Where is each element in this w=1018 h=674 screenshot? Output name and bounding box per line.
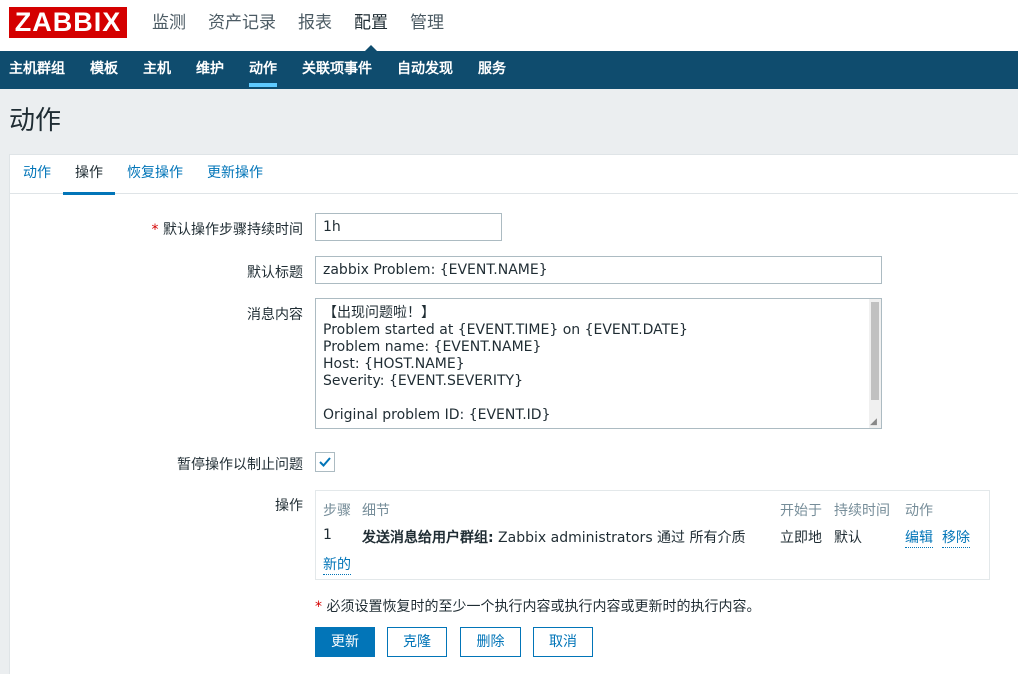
header-action: 动作: [905, 503, 933, 519]
row-start-in: 立即地: [780, 530, 822, 546]
top-menu-configuration[interactable]: 配置: [354, 0, 388, 51]
tab-recovery-operations[interactable]: 恢复操作: [127, 155, 183, 193]
sub-menu-host-groups[interactable]: 主机群组: [9, 51, 65, 89]
sub-menu-actions[interactable]: 动作: [249, 51, 277, 89]
tab-action[interactable]: 动作: [23, 155, 51, 193]
subject-input[interactable]: zabbix Problem: {EVENT.NAME}: [315, 256, 882, 284]
tab-operations[interactable]: 操作: [63, 155, 115, 195]
page-title: 动作: [9, 106, 62, 136]
sub-menu-services[interactable]: 服务: [478, 51, 506, 89]
message-textarea[interactable]: 【出现问题啦！】 Problem started at {EVENT.TIME}…: [315, 298, 882, 429]
subject-label: 默认标题: [247, 265, 303, 281]
step-duration-label: * 默认操作步骤持续时间: [152, 219, 303, 239]
header-details: 细节: [362, 503, 390, 519]
sub-menu-hosts[interactable]: 主机: [143, 51, 171, 89]
new-operation-link[interactable]: 新的: [323, 554, 351, 575]
remove-link[interactable]: 移除: [942, 527, 970, 548]
top-menu: 监测 资产记录 报表 配置 管理: [152, 0, 466, 51]
step-duration-input[interactable]: 1h: [315, 213, 502, 241]
row-duration: 默认: [834, 530, 862, 546]
required-mark: *: [151, 222, 159, 238]
note-required-mark: *: [315, 599, 322, 615]
row-details-text: Zabbix administrators 通过 所有介质: [493, 530, 746, 546]
row-step: 1: [323, 527, 332, 543]
sub-menu-discovery[interactable]: 自动发现: [397, 51, 453, 89]
zabbix-logo[interactable]: ZABBIX: [9, 7, 127, 38]
operations-label: 操作: [275, 498, 303, 514]
header-duration: 持续时间: [834, 503, 890, 519]
sub-menu: 主机群组 模板 主机 维护 动作 关联项事件 自动发现 服务: [0, 51, 1018, 89]
step-duration-label-text: 默认操作步骤持续时间: [163, 222, 303, 238]
scroll-thumb[interactable]: [871, 302, 879, 400]
operations-table: 步骤 细节 开始于 持续时间 动作 1 发送消息给用户群组: Zabbix ad…: [315, 490, 990, 580]
clone-button[interactable]: 克隆: [387, 627, 447, 657]
header-step: 步骤: [323, 503, 351, 519]
resize-handle-icon[interactable]: ◢: [870, 417, 880, 427]
pause-checkbox[interactable]: [315, 452, 335, 472]
message-label: 消息内容: [247, 307, 303, 323]
checkmark-icon: [319, 457, 331, 467]
pause-label: 暂停操作以制止问题: [177, 457, 303, 473]
delete-button[interactable]: 删除: [460, 627, 521, 657]
top-menu-administration[interactable]: 管理: [410, 0, 444, 51]
note-text: 必须设置恢复时的至少一个执行内容或执行内容或更新时的执行内容。: [326, 599, 761, 615]
top-menu-inventory[interactable]: 资产记录: [208, 0, 276, 51]
sub-menu-templates[interactable]: 模板: [90, 51, 118, 89]
form-tabs: 动作 操作 恢复操作 更新操作: [10, 155, 1018, 195]
sub-menu-maintenance[interactable]: 维护: [196, 51, 224, 89]
row-details-type: 发送消息给用户群组:: [362, 530, 494, 546]
cancel-button[interactable]: 取消: [533, 627, 593, 657]
top-menu-monitoring[interactable]: 监测: [152, 0, 186, 51]
action-form-panel: 动作 操作 恢复操作 更新操作 * 默认操作步骤持续时间 1h 默认标题 zab…: [9, 154, 1018, 674]
header-start-in: 开始于: [780, 503, 822, 519]
message-text: 【出现问题啦！】 Problem started at {EVENT.TIME}…: [323, 305, 688, 423]
top-bar: ZABBIX 监测 资产记录 报表 配置 管理: [0, 0, 1018, 51]
tab-update-operations[interactable]: 更新操作: [207, 155, 263, 193]
textarea-scrollbar[interactable]: [869, 299, 881, 428]
sub-menu-event-correlation[interactable]: 关联项事件: [302, 51, 372, 89]
required-note: * 必须设置恢复时的至少一个执行内容或执行内容或更新时的执行内容。: [315, 596, 760, 616]
row-details: 发送消息给用户群组: Zabbix administrators 通过 所有介质: [362, 527, 746, 547]
edit-link[interactable]: 编辑: [905, 527, 933, 548]
update-button[interactable]: 更新: [315, 627, 375, 657]
top-menu-reports[interactable]: 报表: [298, 0, 332, 51]
